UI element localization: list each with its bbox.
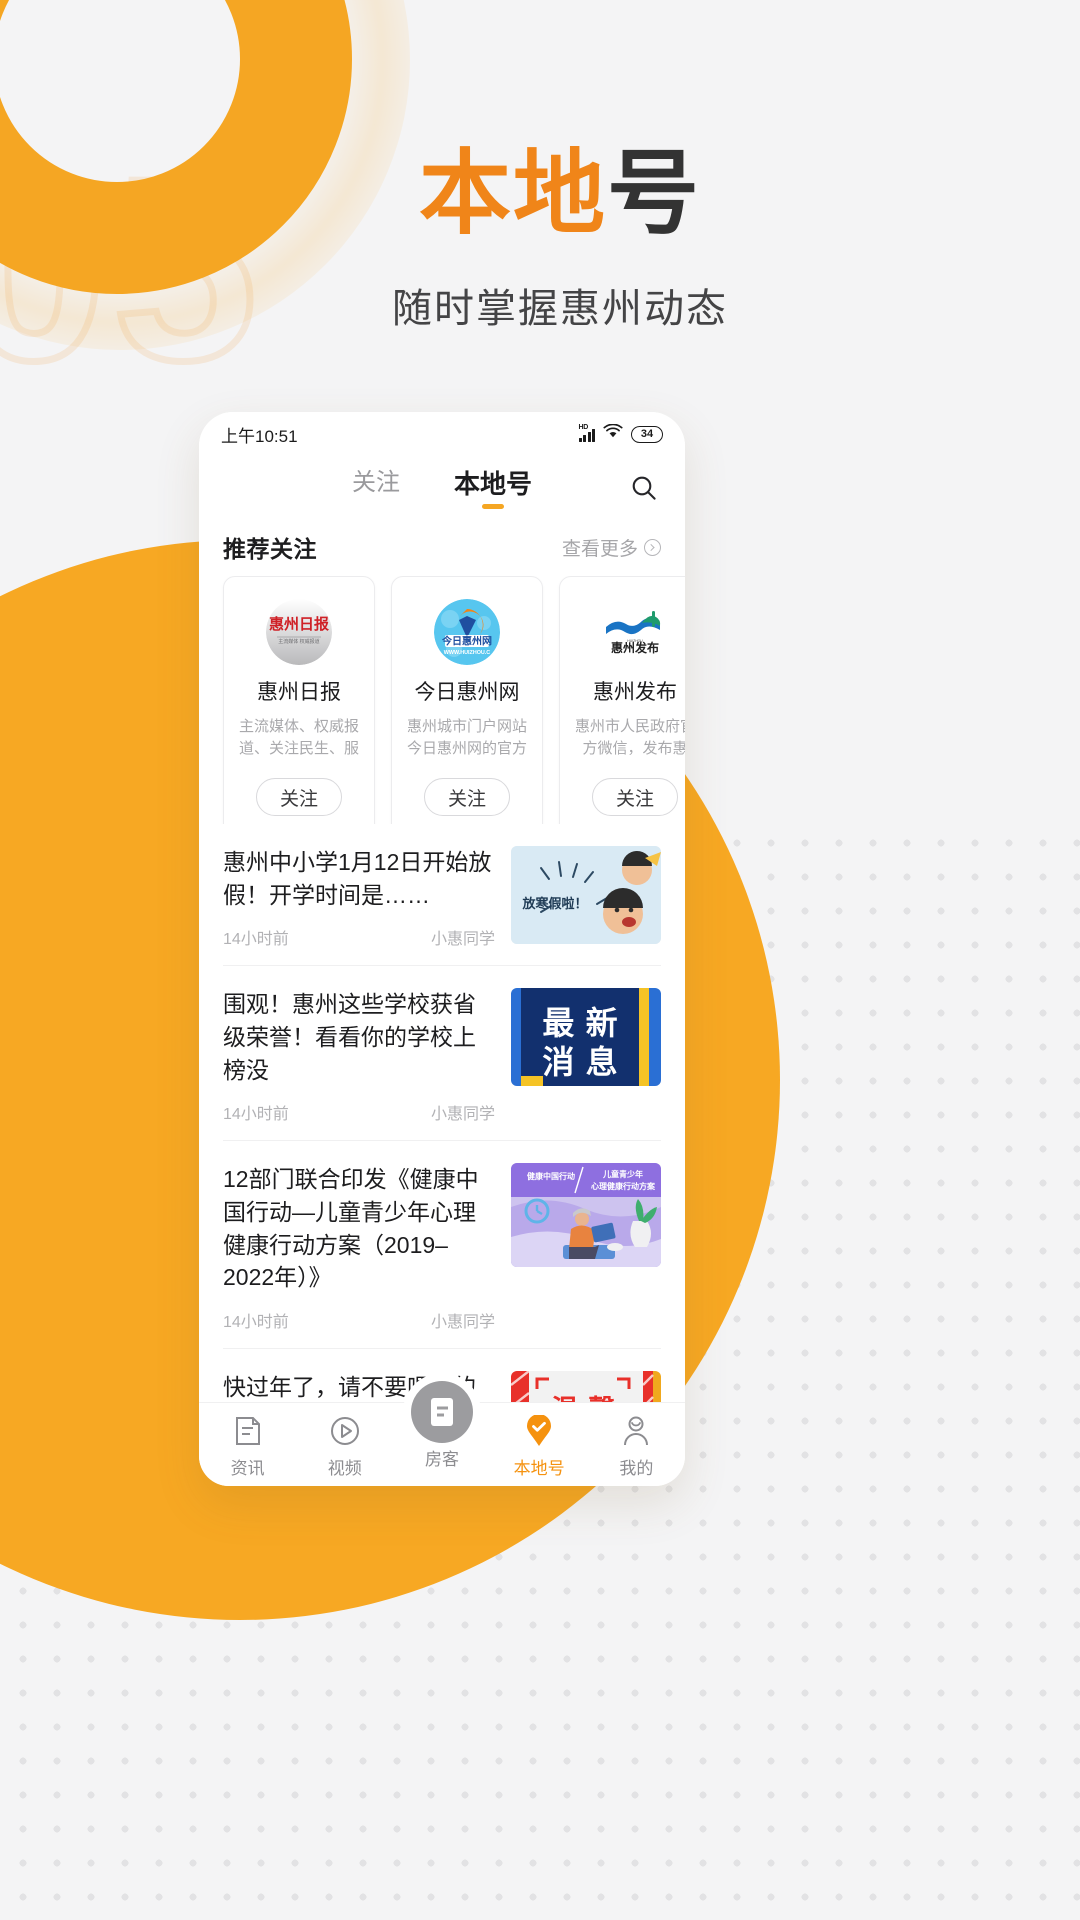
tabbar-item-video[interactable]: 视频 [296, 1415, 393, 1479]
news-time: 14小时前 [223, 931, 289, 949]
news-thumbnail: 放寒假啦！ [511, 846, 661, 945]
svg-text:心理健康行动方案: 心理健康行动方案 [591, 1181, 656, 1191]
battery-indicator: 34 [631, 425, 663, 443]
tabbar-item-news[interactable]: 资讯 [199, 1415, 296, 1479]
svg-text:温 馨: 温 馨 [551, 1395, 615, 1402]
recommend-card-list[interactable]: 惠州日报 主流媒体 权威报道 惠州日报 主流媒体、权威报道、关注民生、服务… 关… [199, 576, 685, 825]
hd-label: HD [578, 423, 589, 431]
app-header: 关注 本地号 [199, 456, 685, 520]
user-profile-icon [622, 1415, 650, 1447]
recommend-section-header: 推荐关注 查看更多 [199, 520, 685, 576]
svg-text:放寒假啦！: 放寒假啦！ [521, 896, 587, 912]
svg-text:儿童青少年: 儿童青少年 [602, 1169, 643, 1179]
account-desc: 主流媒体、权威报道、关注民生、服务… [238, 718, 359, 757]
account-name: 惠州日报 [257, 681, 341, 704]
news-source: 小惠同学 [430, 931, 495, 949]
tabbar-label: 我的 [619, 1459, 654, 1478]
account-name: 今日惠州网 [414, 681, 520, 704]
news-title: 12部门联合印发《健康中国行动—儿童青少年心理健康行动方案（2019–2022年… [223, 1166, 479, 1291]
svg-text:主流媒体 权威报道: 主流媒体 权威报道 [278, 638, 319, 645]
phone-mockup: 上午10:51 HD 34 关注 本地号 推荐关注 查看更多 惠州日报 主流媒体… [199, 412, 685, 1486]
news-thumbnail: 温 馨 提 醒 [511, 1371, 661, 1402]
location-pin-check-icon [525, 1415, 553, 1447]
tabbar-label: 本地号 [513, 1459, 565, 1478]
news-document-icon [234, 1415, 262, 1447]
news-time: 14小时前 [223, 1314, 289, 1331]
promo-title-highlight: 本地 [418, 143, 607, 245]
chevron-right-icon [644, 538, 661, 556]
news-item[interactable]: 12部门联合印发《健康中国行动—儿童青少年心理健康行动方案（2019–2022年… [223, 1141, 661, 1349]
bottom-tab-bar: 资讯 视频 房客 本地号 我的 [199, 1381, 685, 1486]
tabbar-item-local-account[interactable]: 本地号 [491, 1415, 588, 1479]
follow-button[interactable]: 关注 [256, 778, 342, 816]
svg-text:今日惠州网: 今日惠州网 [441, 635, 492, 648]
huizhou-today-logo-icon: 今日惠州网 WWW.HUIZHOU.C [434, 599, 500, 665]
account-card[interactable]: 今日惠州网 WWW.HUIZHOU.C 今日惠州网 惠州城市门户网站今日惠州网的… [391, 576, 543, 825]
news-list: 惠州中小学1月12日开始放假！开学时间是…… 14小时前 小惠同学 放寒假啦！ [199, 824, 685, 1402]
tenant-card-icon[interactable] [411, 1381, 473, 1443]
svg-text:HUIZHOU: HUIZHOU [627, 639, 643, 643]
status-bar-time: 上午10:51 [221, 426, 298, 446]
huizhou-release-logo-icon: 惠州发布 HUIZHOU [602, 599, 668, 665]
news-title: 惠州中小学1月12日开始放假！开学时间是…… [223, 849, 492, 908]
news-item[interactable]: 惠州中小学1月12日开始放假！开学时间是…… 14小时前 小惠同学 放寒假啦！ [223, 824, 661, 967]
news-title: 围观！惠州这些学校获省级荣誉！看看你的学校上榜没 [223, 991, 476, 1083]
tabbar-label: 房客 [425, 1450, 459, 1469]
news-thumbnail: 健康中国行动 儿童青少年 心理健康行动方案 [511, 1163, 661, 1268]
account-card[interactable]: 惠州日报 主流媒体 权威报道 惠州日报 主流媒体、权威报道、关注民生、服务… 关… [223, 576, 375, 825]
search-icon[interactable] [629, 473, 659, 503]
svg-text:健康中国行动: 健康中国行动 [527, 1171, 575, 1181]
tab-follow[interactable]: 关注 [352, 470, 400, 504]
tabbar-label: 资讯 [230, 1459, 265, 1478]
svg-text:惠州日报: 惠州日报 [269, 615, 329, 633]
svg-text:WWW.HUIZHOU.C: WWW.HUIZHOU.C [444, 650, 491, 656]
follow-button[interactable]: 关注 [424, 778, 510, 816]
promo-header: 本地号 随时掌握惠州动态 [0, 0, 1080, 334]
view-more-label: 查看更多 [561, 538, 638, 560]
account-desc: 惠州市人民政府官方微信，发布惠州… [574, 718, 685, 757]
play-circle-icon [330, 1415, 360, 1447]
view-more-link[interactable]: 查看更多 [562, 534, 661, 561]
news-source: 小惠同学 [430, 1106, 495, 1124]
header-tabs: 关注 本地号 [352, 470, 532, 506]
tabbar-label: 视频 [327, 1459, 362, 1478]
promo-title: 本地号 [0, 148, 1080, 240]
tab-local-account[interactable]: 本地号 [454, 471, 532, 506]
promo-title-dark: 号 [607, 143, 702, 245]
wifi-icon [603, 423, 623, 444]
news-time: 14小时前 [223, 1106, 289, 1124]
huizhou-daily-logo-icon: 惠州日报 主流媒体 权威报道 [266, 599, 332, 665]
follow-button[interactable]: 关注 [592, 778, 678, 816]
account-desc: 惠州城市门户网站今日惠州网的官方微… [406, 718, 527, 757]
svg-text:消 息: 消 息 [542, 1043, 617, 1081]
recommend-title: 推荐关注 [223, 536, 317, 562]
news-item[interactable]: 围观！惠州这些学校获省级荣誉！看看你的学校上榜没 14小时前 小惠同学 最 新 … [223, 966, 661, 1142]
promo-subtitle: 随时掌握惠州动态 [392, 287, 728, 331]
signal-bars-icon: HD [578, 423, 595, 442]
account-card[interactable]: 惠州发布 HUIZHOU 惠州发布 惠州市人民政府官方微信，发布惠州… 关注 [559, 576, 685, 825]
account-name: 惠州发布 [593, 681, 677, 704]
news-thumbnail: 最 新 消 息 [511, 988, 661, 1087]
tabbar-item-profile[interactable]: 我的 [588, 1415, 685, 1479]
svg-text:最 新: 最 新 [542, 1004, 617, 1042]
news-source: 小惠同学 [430, 1314, 495, 1331]
status-bar: 上午10:51 HD 34 [199, 412, 685, 456]
